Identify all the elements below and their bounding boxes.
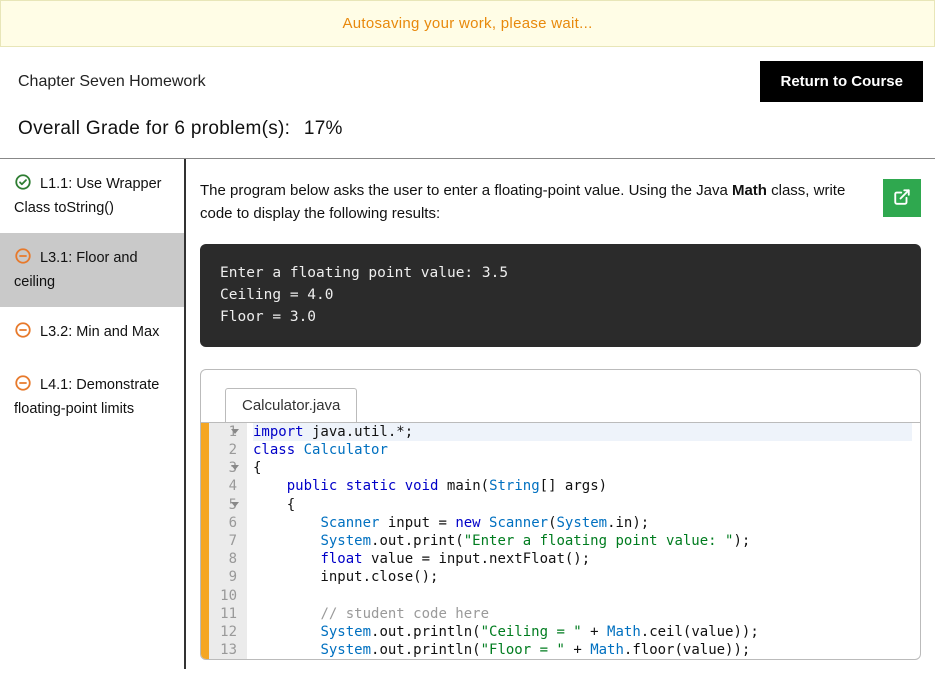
instructions-pre: The program below asks the user to enter… (200, 182, 732, 199)
editor-tabs: Calculator.java (201, 370, 920, 422)
sidebar-item-label: L3.1: Floor and ceiling (14, 250, 138, 290)
sidebar-item-label: L3.2: Min and Max (36, 324, 159, 340)
editor-code[interactable]: import java.util.*;class Calculator{ pub… (247, 423, 920, 659)
code-line[interactable]: public static void main(String[] args) (253, 477, 912, 495)
line-number: 6 (217, 514, 237, 532)
popout-button[interactable] (883, 179, 921, 217)
chapter-title: Chapter Seven Homework (18, 73, 206, 91)
autosave-text: Autosaving your work, please wait... (342, 15, 592, 32)
code-line[interactable]: System.out.println("Floor = " + Math.flo… (253, 641, 912, 659)
line-number: 5 (217, 496, 237, 514)
editor-body[interactable]: 12345678910111213 import java.util.*;cla… (201, 422, 920, 659)
line-number: 11 (217, 605, 237, 623)
line-number: 7 (217, 532, 237, 550)
sidebar-item-l1-1[interactable]: L1.1: Use Wrapper Class toString() (0, 159, 184, 233)
autosave-banner: Autosaving your work, please wait... (0, 0, 935, 47)
line-number: 4 (217, 477, 237, 495)
sidebar: L1.1: Use Wrapper Class toString() L3.1:… (0, 159, 186, 669)
pending-circle-icon (14, 374, 32, 399)
line-number: 8 (217, 550, 237, 568)
code-line[interactable]: Scanner input = new Scanner(System.in); (253, 514, 912, 532)
instructions-bold: Math (732, 182, 767, 199)
code-line[interactable]: import java.util.*; (253, 423, 912, 441)
problem-content: The program below asks the user to enter… (186, 159, 935, 669)
sidebar-item-l3-2[interactable]: L3.2: Min and Max (0, 307, 184, 360)
line-number: 12 (217, 623, 237, 641)
line-number: 3 (217, 459, 237, 477)
pending-circle-icon (14, 321, 32, 346)
code-line[interactable]: input.close(); (253, 568, 912, 586)
code-line[interactable]: System.out.println("Ceiling = " + Math.c… (253, 623, 912, 641)
editor-tab-calculator[interactable]: Calculator.java (225, 388, 357, 422)
line-number: 9 (217, 568, 237, 586)
sidebar-item-l4-1[interactable]: L4.1: Demonstrate floating-point limits (0, 360, 184, 434)
grade-prefix: Overall Grade for 6 problem(s): (18, 118, 290, 139)
main: L1.1: Use Wrapper Class toString() L3.1:… (0, 159, 935, 669)
line-number: 2 (217, 441, 237, 459)
sidebar-item-l3-1[interactable]: L3.1: Floor and ceiling (0, 233, 184, 307)
expected-output: Enter a floating point value: 3.5 Ceilin… (200, 244, 921, 347)
code-line[interactable]: { (253, 459, 912, 477)
header: Chapter Seven Homework Return to Course (0, 47, 935, 108)
editor-change-marker (201, 423, 209, 659)
pending-circle-icon (14, 247, 32, 272)
line-number: 10 (217, 587, 237, 605)
code-line[interactable]: System.out.print("Enter a floating point… (253, 532, 912, 550)
editor-gutter: 12345678910111213 (209, 423, 247, 659)
code-line[interactable]: // student code here (253, 605, 912, 623)
popout-icon (893, 188, 911, 209)
overall-grade: Overall Grade for 6 problem(s): 17% (0, 108, 935, 158)
line-number: 1 (217, 423, 237, 441)
code-line[interactable] (253, 587, 912, 605)
code-line[interactable]: float value = input.nextFloat(); (253, 550, 912, 568)
code-line[interactable]: class Calculator (253, 441, 912, 459)
sidebar-item-label: L1.1: Use Wrapper Class toString() (14, 176, 161, 216)
sidebar-item-label: L4.1: Demonstrate floating-point limits (14, 377, 159, 417)
check-circle-icon (14, 173, 32, 198)
grade-percent: 17% (304, 118, 343, 139)
problem-instructions: The program below asks the user to enter… (200, 179, 935, 226)
code-editor[interactable]: Calculator.java 12345678910111213 import… (200, 369, 921, 660)
code-line[interactable]: { (253, 496, 912, 514)
line-number: 13 (217, 641, 237, 659)
return-to-course-button[interactable]: Return to Course (760, 61, 923, 102)
